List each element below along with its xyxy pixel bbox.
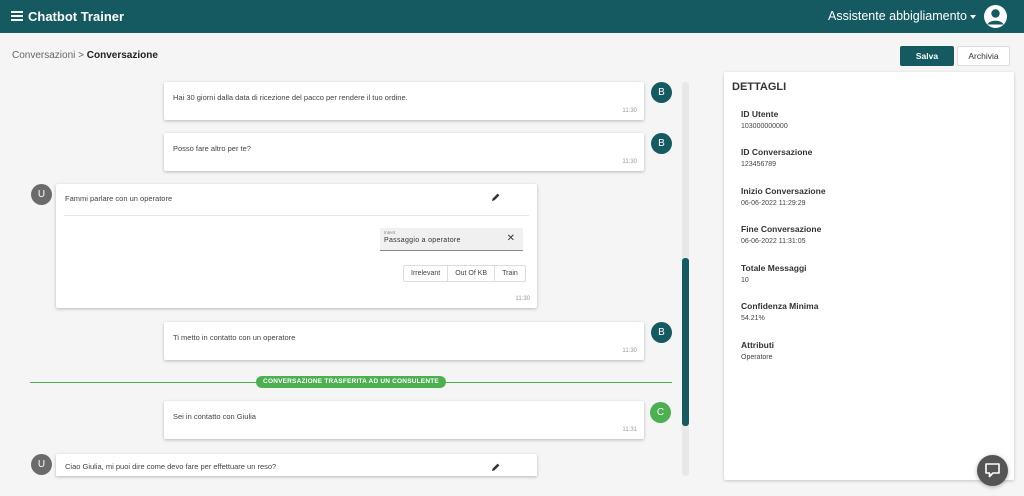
message-time: 11:30 <box>515 296 530 302</box>
detail-value: 10 <box>741 277 749 284</box>
detail-label: ID Conversazione <box>741 147 813 157</box>
consultant-avatar: C <box>650 402 671 423</box>
detail-start: Inizio Conversazione 06-06-2022 11:29:29 <box>741 186 826 207</box>
top-app-bar: Chatbot Trainer Assistente abbigliamento <box>0 0 1024 33</box>
app-title: Chatbot Trainer <box>28 9 125 24</box>
scrollbar-thumb[interactable] <box>682 258 689 426</box>
edit-pencil-icon[interactable] <box>491 192 501 202</box>
details-panel: DETTAGLI ID Utente 103000000000 ID Conve… <box>724 72 1014 480</box>
archive-button[interactable]: Archivia <box>957 46 1010 66</box>
message-text: Ciao Giulia, mi puoi dire come devo fare… <box>65 462 277 471</box>
message-text: Sei in contatto con Giulia <box>173 412 256 421</box>
out-of-kb-button[interactable]: Out Of KB <box>447 266 494 281</box>
menu-icon[interactable] <box>11 11 23 21</box>
detail-user-id: ID Utente 103000000000 <box>741 109 788 130</box>
message-bubble: Hai 30 giorni dalla data di ricezione de… <box>164 82 644 120</box>
irrelevant-button[interactable]: Irrelevant <box>404 266 447 281</box>
detail-value: 103000000000 <box>741 123 788 130</box>
user-avatar: U <box>31 184 52 205</box>
message-time: 11:30 <box>622 108 637 114</box>
detail-label: ID Utente <box>741 109 779 119</box>
detail-value: 54.21% <box>741 315 765 322</box>
save-button[interactable]: Salva <box>900 46 954 66</box>
message-time: 11:31 <box>622 427 637 433</box>
bot-avatar: B <box>651 133 672 154</box>
message-text: Ti metto in contatto con un operatore <box>173 333 296 342</box>
clear-intent-icon[interactable]: ✕ <box>507 233 515 244</box>
message-bubble: Ti metto in contatto con un operatore 11… <box>164 322 644 360</box>
message-time: 11:30 <box>622 159 637 165</box>
assistant-dropdown[interactable]: Assistente abbigliamento <box>828 9 976 23</box>
breadcrumb-parent[interactable]: Conversazioni <box>12 50 75 61</box>
details-title: DETTAGLI <box>732 81 787 93</box>
detail-label: Totale Messaggi <box>741 263 807 273</box>
message-bubble: Sei in contatto con Giulia 11:31 <box>164 401 644 439</box>
card-divider <box>64 215 529 216</box>
assistant-label: Assistente abbigliamento <box>828 9 967 23</box>
detail-attributes: Attributi Operatore <box>741 340 774 361</box>
train-button[interactable]: Train <box>494 266 525 281</box>
detail-label: Fine Conversazione <box>741 224 822 234</box>
intent-label: Intent <box>384 230 396 235</box>
bot-avatar: B <box>651 82 672 103</box>
user-message-card: Ciao Giulia, mi puoi dire come devo fare… <box>56 454 537 476</box>
detail-value: 06-06-2022 11:31:05 <box>741 238 806 245</box>
message-action-group: Irrelevant Out Of KB Train <box>403 265 526 282</box>
detail-value: 06-06-2022 11:29:29 <box>741 200 806 207</box>
detail-total-messages: Totale Messaggi 10 <box>741 263 807 284</box>
breadcrumb-current: Conversazione <box>86 50 158 61</box>
transfer-badge: CONVERSAZIONE TRASFERITA AD UN CONSULENT… <box>256 376 446 388</box>
message-time: 11:30 <box>622 348 637 354</box>
message-bubble: Posso fare altro per te? 11:30 <box>164 133 644 171</box>
intent-value: Passaggio a operatore <box>384 237 461 244</box>
message-text: Posso fare altro per te? <box>173 144 251 153</box>
detail-label: Inizio Conversazione <box>741 186 826 196</box>
detail-value: 123456789 <box>741 161 777 168</box>
detail-end: Fine Conversazione 06-06-2022 11:31:05 <box>741 224 821 245</box>
detail-min-confidence: Confidenza Minima 54.21% <box>741 301 818 322</box>
chat-fab-button[interactable] <box>977 455 1008 486</box>
breadcrumb-separator: > <box>75 50 87 61</box>
message-text: Fammi parlare con un operatore <box>65 194 173 203</box>
detail-label: Confidenza Minima <box>741 301 819 311</box>
user-avatar: U <box>31 454 52 475</box>
detail-label: Attributi <box>741 340 775 350</box>
chat-bubble-icon <box>985 463 1000 478</box>
bot-avatar: B <box>651 322 672 343</box>
intent-field[interactable]: Intent Passaggio a operatore ✕ <box>380 228 523 251</box>
detail-conversation-id: ID Conversazione 123456789 <box>741 147 812 168</box>
edit-pencil-icon[interactable] <box>491 462 501 472</box>
account-icon[interactable] <box>984 5 1007 28</box>
breadcrumb: Conversazioni > Conversazione <box>12 50 158 61</box>
message-text: Hai 30 giorni dalla data di ricezione de… <box>173 93 408 102</box>
caret-down-icon <box>969 14 976 19</box>
detail-value: Operatore <box>741 354 773 361</box>
